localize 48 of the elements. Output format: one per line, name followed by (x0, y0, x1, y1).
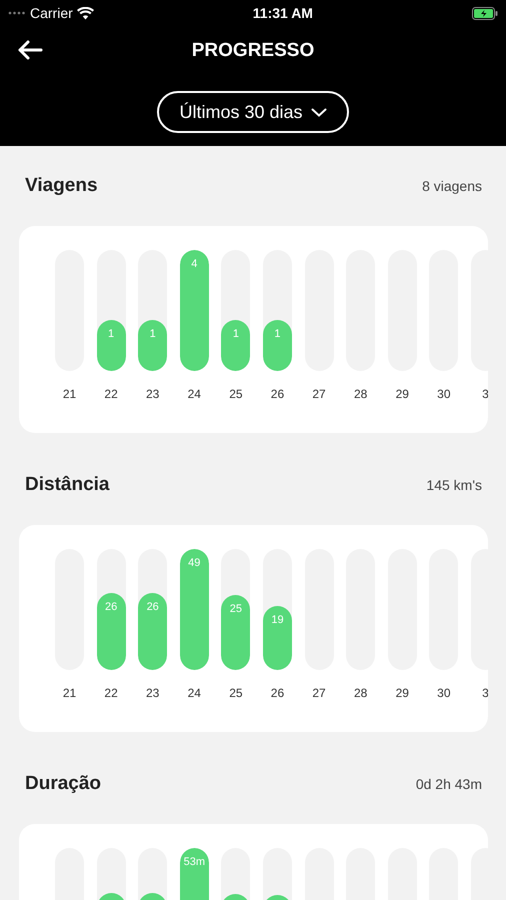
bar-value: 1 (232, 328, 239, 342)
wifi-icon (76, 6, 94, 20)
signal-icon (8, 11, 26, 15)
section-total: 8 viagens (422, 176, 482, 196)
day-label: 22 (104, 685, 118, 702)
day-label: 29 (396, 685, 409, 702)
day-label: 30 (437, 386, 451, 403)
day-label: 23 (146, 685, 160, 702)
section-title: Distância (25, 472, 110, 497)
bar-value: 26 (146, 600, 159, 615)
day-label: 21 (62, 386, 76, 403)
day-label: 26 (270, 685, 284, 702)
page-title: PROGRESSO (192, 38, 314, 63)
section-title: Duração (25, 772, 102, 796)
bar-value: 1 (274, 328, 281, 342)
day-label: 27 (312, 685, 326, 702)
bar-value: 4 (191, 258, 198, 272)
day-label: 26 (270, 386, 284, 403)
bar-value: 1 (150, 328, 156, 342)
day-label: 30 (437, 685, 451, 702)
day-label: 28 (354, 685, 368, 702)
period-dropdown[interactable]: Últimos 30 dias (157, 91, 349, 133)
day-label: 21 (62, 685, 76, 702)
day-label: 3 (482, 386, 488, 403)
bar-value: 19 (271, 614, 284, 628)
bar-value: 25 (230, 602, 242, 617)
bar-value: 49 (188, 557, 200, 571)
day-label: 27 (312, 386, 326, 403)
day-label: 28 (354, 386, 368, 403)
bar-value: 1 (108, 328, 114, 342)
bar-value: 53m (184, 856, 205, 870)
bar-value: 26 (104, 600, 118, 615)
day-label: 29 (396, 386, 409, 403)
battery-icon (472, 6, 498, 20)
day-label: 24 (188, 685, 201, 702)
day-label: 22 (104, 386, 118, 403)
section-total: 145 km's (426, 476, 482, 494)
section-total: 0d 2h 43m (416, 774, 482, 794)
back-arrow-icon[interactable] (17, 40, 43, 60)
day-label: 25 (229, 386, 243, 403)
day-label: 23 (146, 386, 160, 403)
day-label: 25 (229, 685, 243, 702)
day-label: 24 (188, 386, 201, 403)
status-time: 11:31 AM (252, 4, 313, 22)
section-title: Viagens (25, 174, 98, 198)
carrier-name: Carrier (30, 4, 73, 22)
chevron-down-icon (310, 108, 327, 116)
day-label: 3 (482, 685, 488, 702)
